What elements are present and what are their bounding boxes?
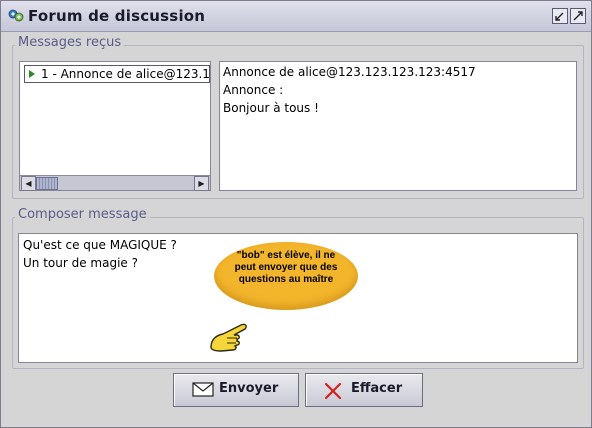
forum-window: Forum de discussion Messages reçus 1 - A… (0, 0, 592, 428)
horizontal-scrollbar[interactable]: ◀ ▶ (20, 175, 210, 191)
compose-line-1: Qu'est ce que MAGIQUE ? (23, 238, 177, 252)
arrow-right-icon[interactable]: ▶ (194, 176, 209, 191)
window-title: Forum de discussion (28, 7, 206, 25)
tooltip-text: "bob" est élève, il ne peut envoyer que … (234, 250, 338, 285)
compose-line-2: Un tour de magie ? (23, 256, 138, 270)
maximize-icon[interactable] (570, 8, 586, 24)
red-x-icon (324, 382, 342, 400)
list-item-label: 1 - Annonce de alice@123.123.123.123:451… (41, 67, 210, 81)
pointing-hand-icon (210, 323, 247, 352)
clear-button-label: Effacer (351, 381, 403, 396)
message-detail: Annonce de alice@123.123.123.123:4517 An… (219, 61, 577, 191)
list-item[interactable]: 1 - Annonce de alice@123.123.123.123:451… (24, 65, 210, 83)
clear-button[interactable]: Effacer (305, 373, 423, 407)
message-list[interactable]: 1 - Annonce de alice@123.123.123.123:451… (19, 61, 211, 191)
title-bar[interactable]: Forum de discussion (1, 1, 591, 32)
envelope-icon (192, 382, 214, 397)
send-button[interactable]: Envoyer (173, 373, 299, 407)
detail-body: Bonjour à tous ! (223, 101, 319, 115)
detail-type: Annonce : (223, 83, 284, 97)
detail-header: Annonce de alice@123.123.123.123:4517 (223, 65, 476, 79)
scrollbar-thumb[interactable] (36, 177, 58, 190)
arrow-left-icon[interactable]: ◀ (21, 176, 36, 191)
compose-legend: Composer message (15, 207, 150, 222)
send-button-label: Envoyer (219, 381, 279, 396)
chat-people-icon (8, 9, 24, 22)
play-arrow-icon (29, 70, 35, 78)
received-legend: Messages reçus (15, 35, 125, 50)
tooltip-bubble: "bob" est élève, il ne peut envoyer que … (214, 242, 358, 310)
minimize-icon[interactable] (552, 8, 568, 24)
